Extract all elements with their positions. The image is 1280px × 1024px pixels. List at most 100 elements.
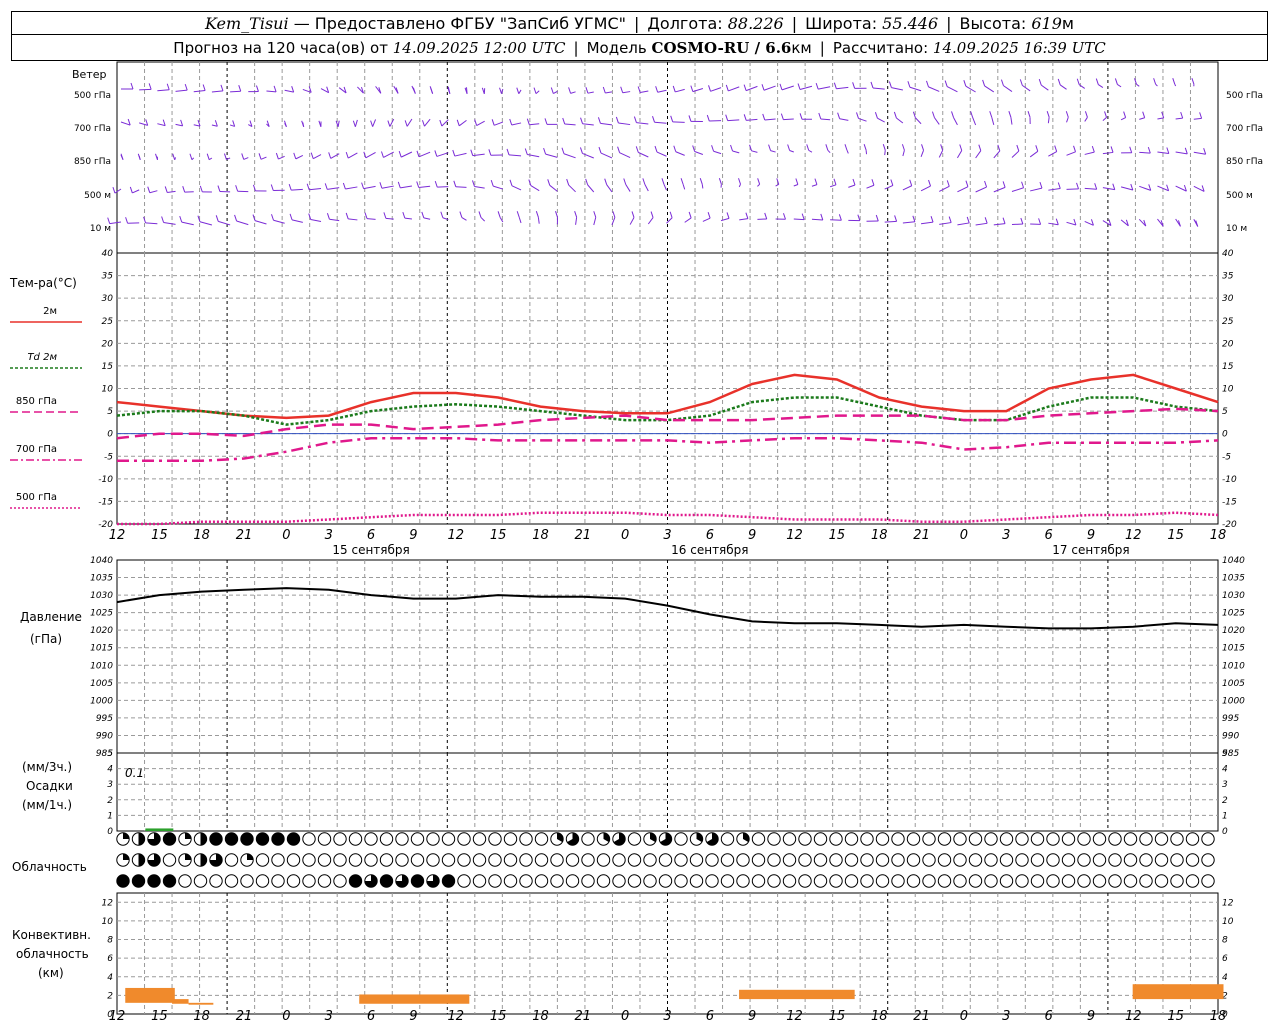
- wind-barb-flag: [147, 186, 151, 193]
- wind-barb: [953, 117, 958, 126]
- wind-barb: [582, 152, 594, 159]
- wind-barb: [329, 218, 340, 222]
- wind-barb-flag: [725, 84, 729, 92]
- cloud-symbol: [1154, 853, 1169, 867]
- wind-barb-flag: [888, 81, 892, 88]
- wind-barb-flag: [707, 212, 711, 219]
- wind-barb-flag: [345, 212, 349, 220]
- wind-barb: [553, 90, 558, 94]
- wind-barb-flag: [725, 114, 729, 121]
- pressure-tick-left: 1015: [90, 644, 113, 654]
- wind-barb-flag: [597, 117, 601, 124]
- wind-barb-flag: [944, 80, 948, 87]
- wind-barb: [682, 184, 686, 190]
- wind-barb: [310, 219, 322, 223]
- wind-barb-flag: [452, 149, 456, 157]
- hour-label-bottom: 18: [532, 1009, 549, 1024]
- cloud-symbol: [736, 853, 750, 867]
- cloud-symbol: [891, 832, 905, 846]
- wind-barb-flag: [901, 144, 905, 151]
- pressure-tick-left: 1005: [90, 679, 113, 689]
- hour-label: 18: [871, 528, 888, 543]
- temp-legend-label: 700 гПа: [16, 444, 57, 455]
- temp-tick-right: -10: [1222, 475, 1237, 485]
- cloud-symbol: [472, 853, 487, 867]
- wind-barb: [827, 149, 831, 154]
- cloud-symbol: [674, 853, 688, 867]
- cloud-symbol: [488, 853, 502, 867]
- wind-barb-flag: [931, 111, 935, 118]
- precip-tick-left: 4: [107, 765, 113, 775]
- wind-barb-flag: [602, 86, 606, 94]
- cloud-symbol: [767, 853, 781, 867]
- wind-barb-flag: [255, 85, 259, 92]
- hour-label: 21: [575, 528, 592, 543]
- wind-barb: [1059, 84, 1067, 90]
- wind-barb: [993, 223, 1006, 226]
- wind-barb-flag: [1203, 148, 1207, 155]
- wind-barb-flag: [871, 179, 875, 186]
- hour-label-bottom: 3: [663, 1009, 671, 1024]
- wind-barb-flag: [984, 180, 988, 188]
- wind-barb-flag: [1057, 78, 1061, 86]
- cloud-symbol: [674, 874, 688, 888]
- wind-barb-flag: [561, 147, 565, 154]
- wind-barb: [934, 117, 940, 125]
- hour-label-bottom: 12: [1125, 1009, 1142, 1024]
- cloud-symbol: [968, 832, 983, 846]
- wind-barb: [836, 86, 849, 90]
- cloud-symbol: [922, 832, 936, 846]
- wind-barb-flag: [921, 144, 925, 151]
- wind-barb-flag: [1002, 181, 1006, 188]
- wind-barb: [312, 154, 322, 160]
- wind-barb: [701, 184, 704, 189]
- wind-barb-flag: [585, 178, 589, 186]
- cloud-symbol: [751, 853, 766, 867]
- pressure-tick-left: 1010: [90, 661, 113, 671]
- wind-barb: [575, 217, 578, 225]
- hour-label-bottom: 0: [282, 1009, 290, 1024]
- wind-barb: [763, 85, 776, 91]
- wind-barb-flag: [874, 112, 878, 119]
- hour-label: 15: [829, 528, 846, 543]
- cloud-symbol: [891, 874, 905, 888]
- wind-barb-flag: [472, 180, 475, 187]
- cloud-symbol: [798, 832, 812, 846]
- wind-barb: [273, 219, 285, 224]
- hour-label-bottom: 12: [786, 1009, 803, 1024]
- hour-label-bottom: 15: [490, 1009, 507, 1024]
- wind-barb-flag: [499, 87, 503, 94]
- wind-barb-flag: [825, 144, 829, 151]
- precip-tick-right: 0: [1222, 827, 1228, 837]
- cloud-symbol: [1185, 874, 1200, 888]
- wind-barb-flag: [1084, 111, 1088, 118]
- wind-barb: [354, 119, 358, 127]
- wind-barb: [1117, 84, 1122, 88]
- wind-barb-flag: [978, 144, 982, 151]
- hour-label: 18: [1210, 528, 1227, 543]
- cloud-symbol: [1061, 853, 1076, 867]
- wind-barb-flag: [585, 87, 589, 94]
- wind-barb-flag: [984, 217, 988, 224]
- wind-barb-flag: [310, 152, 314, 159]
- cloud-symbol: [627, 874, 642, 888]
- wind-barb: [345, 186, 358, 190]
- wind-barb-flag: [633, 116, 637, 123]
- wind-barb: [1048, 188, 1061, 191]
- hour-label: 18: [193, 528, 210, 543]
- wind-level-label: 700 гПа: [74, 124, 111, 134]
- cloud-symbol: [596, 853, 611, 867]
- wind-barb-flag: [1073, 145, 1077, 152]
- cloud-symbol: [1077, 874, 1091, 888]
- wind-barb: [993, 150, 1001, 159]
- wind-barb: [975, 222, 988, 226]
- wind-barb-flag: [1038, 218, 1042, 225]
- temp-tick-right: 5: [1222, 407, 1228, 417]
- wind-barb: [745, 85, 758, 92]
- cloud-symbol: [379, 853, 394, 867]
- wind-level-label-right: 500 гПа: [1226, 91, 1263, 101]
- pressure-tick-right: 1040: [1222, 556, 1245, 566]
- pressure-tick-left: 990: [96, 731, 113, 741]
- cloud-symbol: [782, 853, 797, 867]
- wind-barb-flag: [857, 214, 861, 221]
